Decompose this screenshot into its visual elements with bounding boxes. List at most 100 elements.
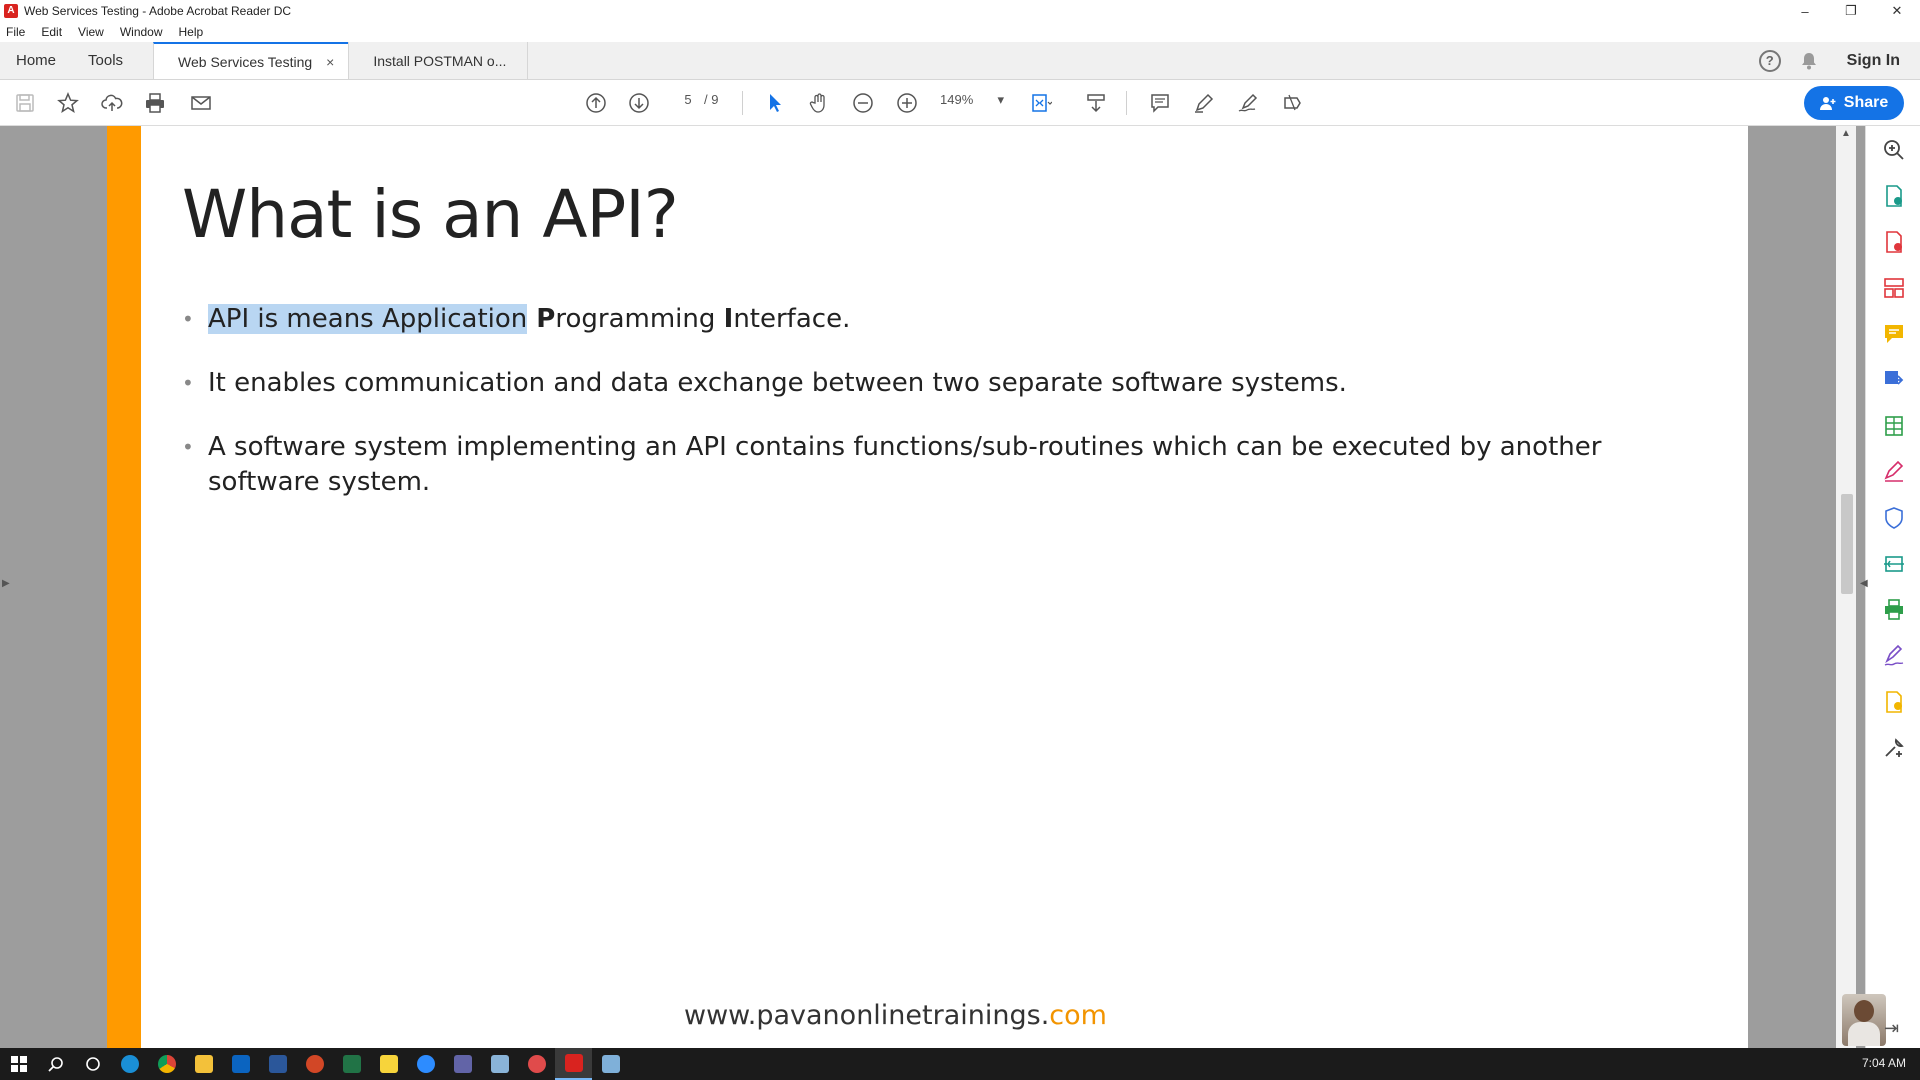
export-pdf-icon[interactable] [1882, 184, 1906, 208]
exit-icon[interactable]: ⇥ [1884, 1018, 1899, 1039]
notification-bell-icon[interactable] [1801, 52, 1817, 70]
file-explorer-icon[interactable] [185, 1048, 222, 1080]
certificates-icon[interactable] [1882, 690, 1906, 714]
teams-app-icon[interactable] [444, 1048, 481, 1080]
page-navigator: 5 / 9 [672, 92, 718, 107]
close-window-button[interactable]: ✕ [1874, 0, 1920, 22]
menu-help[interactable]: Help [179, 25, 204, 39]
menu-edit[interactable]: Edit [41, 25, 62, 39]
previous-page-icon[interactable] [583, 90, 609, 116]
excel-export-icon[interactable] [1882, 414, 1906, 438]
recorder-app-icon[interactable] [518, 1048, 555, 1080]
tab-document-active[interactable]: Web Services Testing × [153, 42, 349, 79]
tab-tools[interactable]: Tools [72, 42, 139, 79]
taskbar-clock[interactable]: 7:04 AM [1862, 1056, 1906, 1070]
page-total: / 9 [704, 92, 719, 107]
tab-document-label: Install POSTMAN o... [373, 52, 507, 69]
toolbar-divider [1126, 91, 1127, 115]
windows-start-icon[interactable] [0, 1048, 37, 1080]
email-icon[interactable] [188, 90, 214, 116]
help-icon[interactable]: ? [1758, 49, 1781, 72]
chevron-down-icon: ▾ [997, 92, 1004, 107]
tab-home[interactable]: Home [0, 42, 72, 79]
avatar-head [1854, 1000, 1874, 1022]
zoom-app-icon[interactable] [407, 1048, 444, 1080]
window-controls: – ❐ ✕ [1782, 0, 1920, 22]
window-title: Web Services Testing - Adobe Acrobat Rea… [24, 4, 292, 18]
word-icon[interactable] [259, 1048, 296, 1080]
close-tab-icon[interactable]: × [326, 54, 334, 70]
expand-left-panel-icon[interactable]: ▶ [2, 578, 12, 592]
collapse-right-pane-icon[interactable]: ◀ [1860, 578, 1868, 589]
scroll-up-arrow-icon[interactable]: ▲ [1841, 128, 1851, 139]
select-cursor-icon[interactable] [762, 90, 788, 116]
page-fit-icon[interactable] [1028, 90, 1054, 116]
sticky-notes-icon[interactable] [370, 1048, 407, 1080]
bullet-text-p: P [527, 304, 556, 334]
outlook-icon[interactable] [222, 1048, 259, 1080]
zoom-level-select[interactable]: 149% ▾ [940, 92, 1004, 108]
sign-in-link[interactable]: Sign In [1847, 52, 1900, 70]
tab-document-postman[interactable]: Install POSTMAN o... [348, 42, 529, 79]
share-button[interactable]: Share [1804, 86, 1904, 120]
save-icon[interactable] [12, 90, 38, 116]
slide-title: What is an API? [182, 176, 679, 253]
sign-pen-icon[interactable] [1235, 90, 1261, 116]
fill-sign-icon[interactable] [1279, 90, 1305, 116]
search-zoom-icon[interactable] [1882, 138, 1906, 162]
main-toolbar: 5 / 9 149% ▾ Share [0, 80, 1920, 126]
scrollbar-thumb[interactable] [1841, 494, 1853, 594]
generic-app-icon[interactable] [592, 1048, 629, 1080]
pdf-page[interactable]: What is an API? API is means Application… [107, 126, 1748, 1048]
chrome-browser-icon[interactable] [148, 1048, 185, 1080]
footer-url-main: www.pavanonlinetrainings. [684, 1000, 1050, 1031]
print-production-icon[interactable] [1882, 598, 1906, 622]
zoom-out-icon[interactable] [850, 90, 876, 116]
vertical-scrollbar[interactable]: ▲ [1836, 126, 1856, 1048]
right-tools-pane: ◀ [1860, 126, 1920, 1048]
hand-tool-icon[interactable] [806, 90, 832, 116]
scroll-mode-icon[interactable] [1083, 90, 1109, 116]
search-icon[interactable] [37, 1048, 74, 1080]
zoom-in-icon[interactable] [894, 90, 920, 116]
bullet-item: API is means Application Programming Int… [182, 302, 1702, 337]
document-viewport[interactable]: ▶ What is an API? API is means Applicati… [0, 126, 1865, 1048]
add-person-icon [1819, 97, 1836, 110]
comment-icon[interactable] [1147, 90, 1173, 116]
more-tools-icon[interactable] [1882, 736, 1906, 760]
fill-and-sign-icon[interactable] [1882, 460, 1906, 484]
notepad-icon[interactable] [481, 1048, 518, 1080]
page-number-input[interactable]: 5 [672, 92, 704, 107]
protect-shield-icon[interactable] [1882, 506, 1906, 530]
menu-view[interactable]: View [78, 25, 104, 39]
presenter-webcam-avatar [1842, 994, 1886, 1046]
powerpoint-icon[interactable] [296, 1048, 333, 1080]
enhance-scan-icon[interactable] [1882, 552, 1906, 576]
menu-file[interactable]: File [6, 25, 25, 39]
cortana-icon[interactable] [74, 1048, 111, 1080]
comment-tool-icon[interactable] [1882, 322, 1906, 346]
signature-icon[interactable] [1882, 644, 1906, 668]
print-icon[interactable] [142, 90, 168, 116]
share-label: Share [1843, 94, 1889, 111]
selected-text[interactable]: API is means Application [208, 304, 528, 334]
send-for-review-icon[interactable] [1882, 368, 1906, 392]
create-pdf-icon[interactable] [1882, 230, 1906, 254]
slide-bullet-list: API is means Application Programming Int… [182, 302, 1702, 529]
bullet-item: A software system implementing an API co… [182, 430, 1702, 500]
organize-pages-icon[interactable] [1882, 276, 1906, 300]
next-page-icon[interactable] [626, 90, 652, 116]
menu-window[interactable]: Window [120, 25, 163, 39]
footer-website: www.pavanonlinetrainings.com [684, 1000, 1107, 1031]
acrobat-reader-taskbar-icon[interactable] [555, 1048, 592, 1080]
restore-button[interactable]: ❐ [1828, 0, 1874, 22]
tab-document-label: Web Services Testing [178, 53, 313, 70]
bookmark-star-icon[interactable] [55, 90, 81, 116]
highlight-pen-icon[interactable] [1191, 90, 1217, 116]
excel-icon[interactable] [333, 1048, 370, 1080]
slide-accent-bar [107, 126, 141, 1048]
minimize-button[interactable]: – [1782, 0, 1828, 22]
edge-browser-icon[interactable] [111, 1048, 148, 1080]
upload-cloud-icon[interactable] [99, 90, 125, 116]
bullet-text: nterface. [733, 304, 851, 334]
